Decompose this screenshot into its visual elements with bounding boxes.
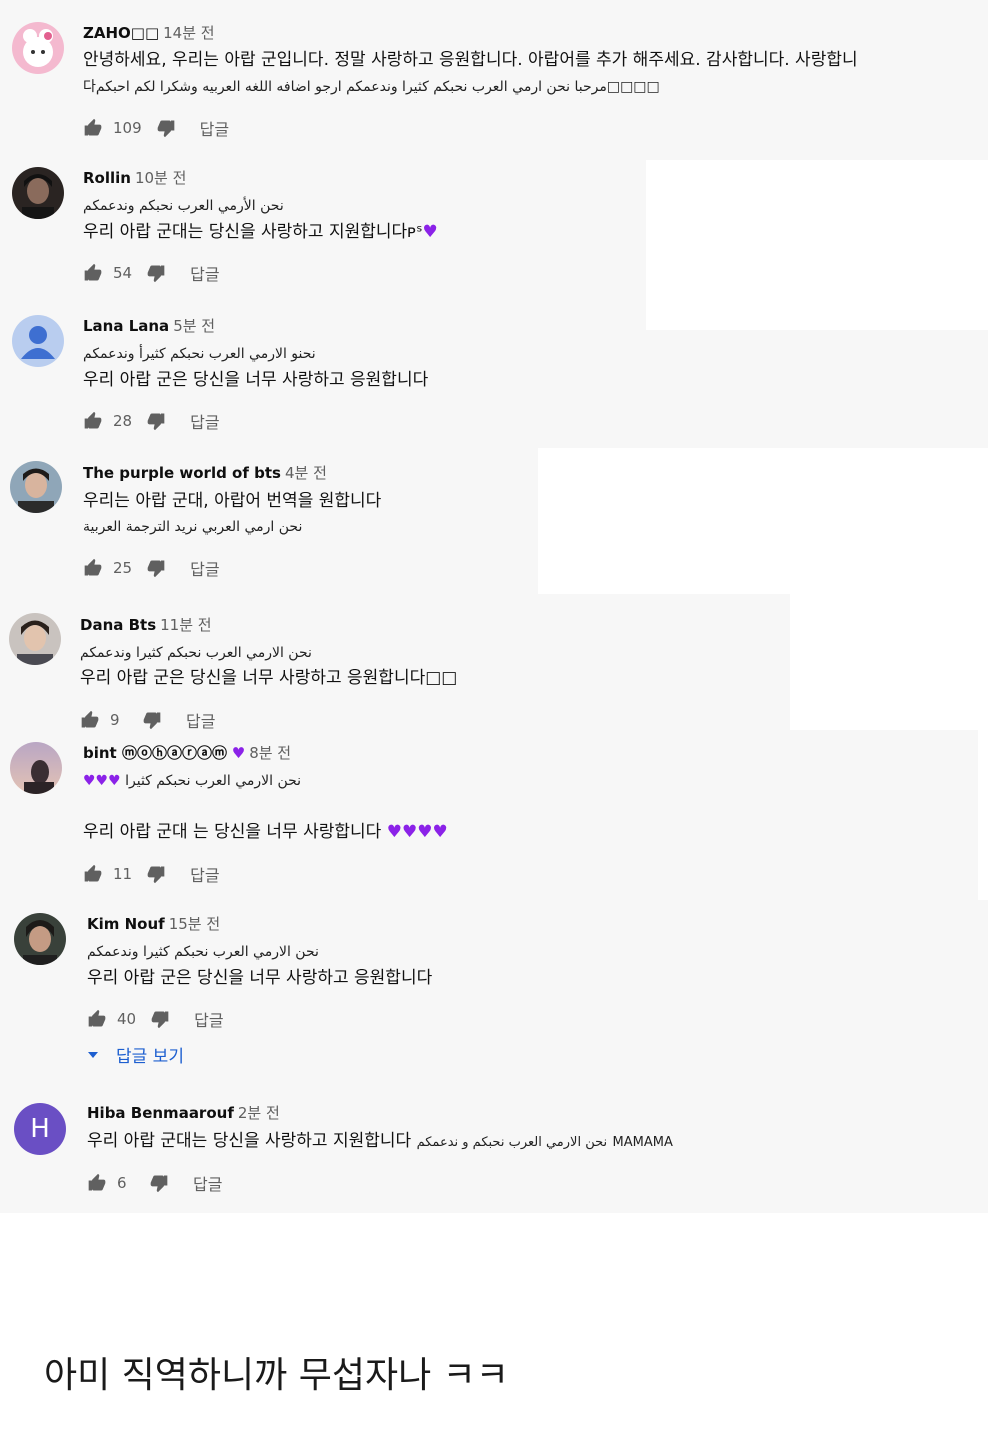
comment-author[interactable]: Kim Nouf: [87, 915, 165, 933]
screenshot-edge: [978, 730, 988, 900]
purple-heart-icon: ♥: [422, 222, 438, 242]
comment-text: 다مرحبا نحن ارمي العرب نحبكم كثيرا وندعمك…: [83, 79, 660, 95]
dislike-icon[interactable]: [146, 263, 166, 283]
avatar[interactable]: [12, 22, 64, 74]
screenshot-edge: [646, 160, 988, 330]
avatar[interactable]: [10, 461, 62, 513]
comment-time[interactable]: 10분 전: [135, 169, 186, 187]
like-count: 25: [113, 559, 133, 577]
reply-button[interactable]: 답글: [186, 708, 215, 732]
comment-text: نحن الارمي العرب نحبكم كثيرا: [125, 773, 302, 789]
comment-time[interactable]: 11분 전: [160, 616, 211, 634]
avatar[interactable]: [12, 315, 64, 367]
dislike-icon[interactable]: [142, 710, 162, 730]
reply-button[interactable]: 답글: [194, 1007, 223, 1031]
comment-text-row: 우리 아랍 군대는 당신을 사랑하고 지원합니다ᴘˢ♥: [83, 220, 438, 244]
purple-heart-icon: ♥: [231, 744, 246, 762]
purple-heart-icon: ♥♥♥♥: [386, 822, 448, 842]
like-icon[interactable]: [83, 411, 103, 431]
comment-text: 우리 아랍 군은 당신을 너무 사랑하고 응원합니다: [87, 968, 433, 988]
comment-section-screenshot: ZAHO□□ 14분 전 안녕하세요, 우리는 아랍 군입니다. 정말 사랑하고 …: [0, 0, 988, 1213]
like-count: 11: [113, 865, 133, 883]
like-icon[interactable]: [83, 118, 103, 138]
like-icon[interactable]: [83, 558, 103, 578]
screenshot-edge: [538, 448, 988, 594]
comment-time[interactable]: 2분 전: [238, 1104, 280, 1122]
comment-text: نحن الارمي العرب نحبكم و ندعمكم: [416, 1135, 608, 1150]
like-count: 54: [113, 264, 133, 282]
dislike-icon[interactable]: [146, 864, 166, 884]
comment-text: 우리 아랍 군대는 당신을 사랑하고 지원합니다ᴘˢ: [83, 222, 423, 242]
dislike-icon[interactable]: [149, 1173, 169, 1193]
reply-button[interactable]: 답글: [190, 409, 219, 433]
comment-time[interactable]: 8분 전: [249, 744, 291, 762]
comment-time[interactable]: 14분 전: [163, 24, 214, 42]
comment-text: 우리 아랍 군대는 당신을 사랑하고 지원합니다: [87, 1131, 412, 1151]
reply-button[interactable]: 답글: [190, 556, 219, 580]
dislike-icon[interactable]: [150, 1009, 170, 1029]
comment-text: نحن ارمي العربي نريد الترجمة العربية: [83, 519, 303, 535]
post-caption: 아미 직역하니까 무섭자나 ㅋㅋ: [44, 1355, 509, 1396]
like-count: 40: [117, 1010, 137, 1028]
like-icon[interactable]: [83, 864, 103, 884]
comment-text: 우리 아랍 군은 당신을 너무 사랑하고 응원합니다□□: [80, 668, 458, 688]
comment-text: 우리 아랍 군대 는 당신을 너무 사랑합니다: [83, 822, 382, 842]
view-replies-label: 답글 보기: [116, 1047, 184, 1067]
dislike-icon[interactable]: [146, 411, 166, 431]
comment-text-row: ♥♥♥ نحن الارمي العرب نحبكم كثيرا: [83, 770, 301, 792]
comment-text-row: 우리 아랍 군대는 당신을 사랑하고 지원합니다 نحن الارمي العر…: [87, 1129, 673, 1155]
comment-author[interactable]: Dana Bts: [80, 616, 156, 634]
comment-author[interactable]: Rollin: [83, 169, 131, 187]
comment-text: نحنو الارمي العرب نحبكم كثيرأ وندعمكم: [83, 346, 316, 362]
comment-text: 안녕하세요, 우리는 아랍 군입니다. 정말 사랑하고 응원합니다. 아랍어를 …: [83, 50, 858, 70]
like-icon[interactable]: [87, 1173, 107, 1193]
like-count: 109: [113, 119, 142, 137]
avatar[interactable]: H: [14, 1103, 66, 1155]
comment-time[interactable]: 4분 전: [285, 464, 327, 482]
comment-time[interactable]: 5분 전: [173, 317, 215, 335]
comment-text: نحن الأرمي العرب نحبكم وندعمكم: [83, 198, 284, 214]
comment-author[interactable]: bint ⓜⓞⓗⓐⓡⓐⓜ: [83, 744, 227, 762]
purple-heart-icon: ♥♥♥: [83, 773, 121, 789]
reply-button[interactable]: 답글: [190, 261, 219, 285]
avatar-letter: H: [30, 1114, 50, 1144]
like-count: 6: [117, 1174, 127, 1192]
reply-button[interactable]: 답글: [190, 862, 219, 886]
like-icon[interactable]: [87, 1009, 107, 1029]
like-count: 9: [110, 711, 120, 729]
screenshot-edge: [790, 594, 988, 730]
like-icon[interactable]: [80, 710, 100, 730]
dislike-icon[interactable]: [156, 118, 176, 138]
avatar[interactable]: [10, 742, 62, 794]
avatar[interactable]: [14, 913, 66, 965]
caret-down-icon: [88, 1051, 98, 1058]
like-icon[interactable]: [83, 263, 103, 283]
comment-text-row: 우리 아랍 군대 는 당신을 너무 사랑합니다 ♥♥♥♥: [83, 820, 448, 844]
comment-text: نحن الارمي العرب نحبكم كثيرا وندعمكم: [87, 944, 319, 960]
view-replies-button[interactable]: 답글 보기: [86, 1042, 184, 1067]
avatar[interactable]: [9, 613, 61, 665]
comment-text: 우리는 아랍 군대, 아랍어 번역을 원합니다: [83, 491, 382, 511]
comment-author[interactable]: Hiba Benmaarouf: [87, 1104, 234, 1122]
reply-button[interactable]: 답글: [200, 116, 229, 140]
comment-text: نحن الارمي العرب نحبكم كثيرا وندعمكم: [80, 645, 312, 661]
avatar[interactable]: [12, 167, 64, 219]
comment-author[interactable]: The purple world of bts: [83, 464, 281, 482]
reply-button[interactable]: 답글: [193, 1171, 222, 1195]
comment-text: 우리 아랍 군은 당신을 너무 사랑하고 응원합니다: [83, 370, 429, 390]
comment-time[interactable]: 15분 전: [169, 915, 220, 933]
dislike-icon[interactable]: [146, 558, 166, 578]
comment-text: MAMAMA: [612, 1135, 673, 1150]
comment-author[interactable]: ZAHO□□: [83, 24, 159, 42]
like-count: 28: [113, 412, 133, 430]
comment-author[interactable]: Lana Lana: [83, 317, 169, 335]
